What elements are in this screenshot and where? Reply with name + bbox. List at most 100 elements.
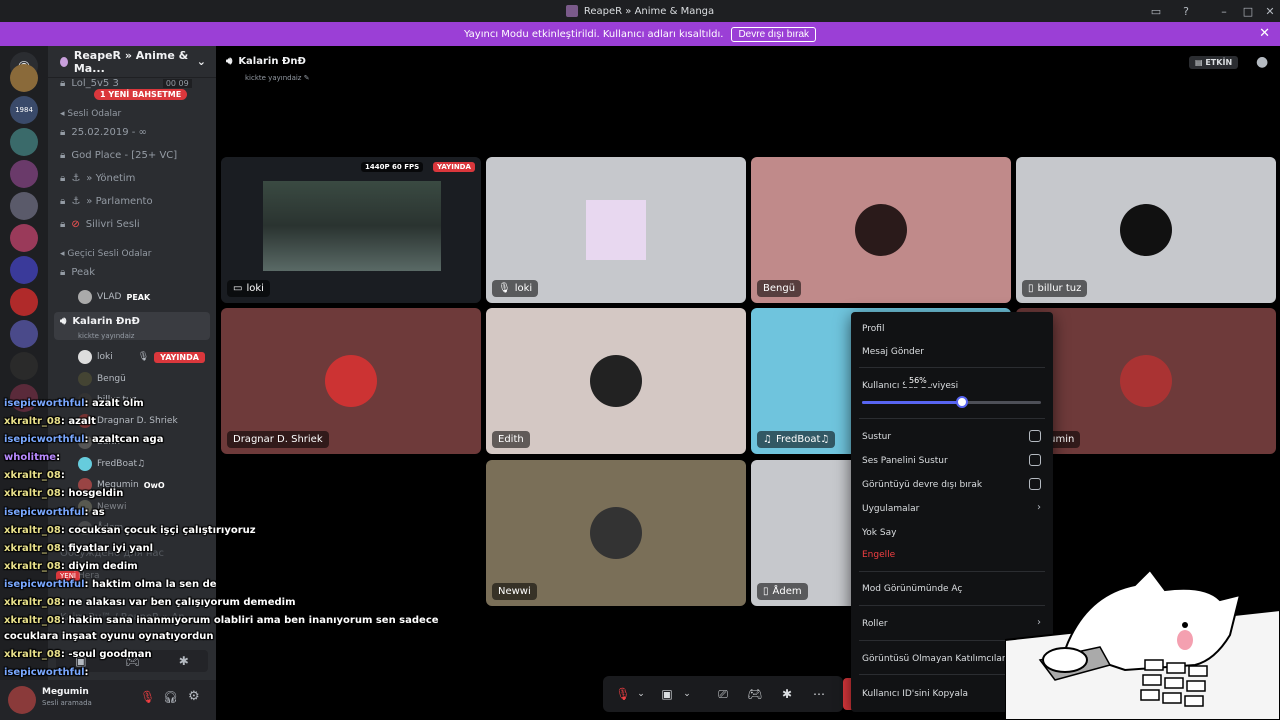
mute-checkbox[interactable] — [1029, 430, 1041, 442]
more-icon[interactable]: ⋯ — [809, 684, 829, 704]
call-controls: 🎙︎ ⌄ ▣ ⌄ ⎚ 🎮︎ ✱ ⋯ — [603, 676, 843, 712]
phone-icon: ▯ — [763, 586, 769, 597]
chat-username: isepicworthful — [4, 507, 85, 518]
participant-tile[interactable]: Dragnar D. Shriek — [221, 308, 481, 454]
tile-name: 🎙︎ loki — [492, 280, 539, 297]
inbox-icon[interactable]: ▭ — [1148, 3, 1164, 19]
participant-tile[interactable]: Megumin — [1016, 308, 1276, 454]
chat-message: cocuklara inşaat oyunu oynatıyordun — [4, 631, 214, 642]
chevron-down-icon[interactable]: ⌄ — [631, 684, 651, 704]
server-icon[interactable]: 1984 — [10, 96, 38, 124]
chat-username: xkraltr_08 — [4, 416, 61, 427]
tile-name: Dragnar D. Shriek — [227, 431, 329, 448]
channel-status[interactable]: kickte yayındaiz ✎ — [245, 74, 310, 82]
screen-share-icon[interactable]: ⎚ — [713, 684, 733, 704]
mic-muted-icon[interactable]: 🎙︎ — [613, 684, 633, 704]
member-item[interactable]: loki 🎙︎ YAYINDA — [78, 350, 205, 364]
menu-item-soundboard-mute[interactable]: Ses Panelini Sustur — [862, 456, 948, 466]
title-bar: ReapeR » Anime & Manga ▭ ? – □ ✕ — [0, 0, 1280, 22]
chat-icon[interactable]: ● — [1256, 54, 1268, 70]
disable-streamer-mode-button[interactable]: Devre dışı bırak — [731, 26, 817, 42]
active-channel-status: kickte yayındaiz — [78, 332, 135, 340]
server-icon[interactable] — [10, 192, 38, 220]
bongo-cat-overlay — [1005, 568, 1280, 720]
channel-item[interactable]: 🔒︎ God Place - [25+ VC] — [60, 150, 177, 161]
participant-tile[interactable]: Bengü — [751, 157, 1011, 303]
active-badge[interactable]: ▤ ETKİN — [1189, 56, 1239, 69]
chat-message: xkraltr_08: azalt — [4, 416, 96, 427]
menu-item-mod-view[interactable]: Mod Görünümünde Aç — [862, 584, 962, 594]
server-icon[interactable] — [10, 288, 38, 316]
help-icon[interactable]: ? — [1178, 3, 1194, 19]
menu-item-mute[interactable]: Sustur — [862, 432, 891, 442]
server-icon[interactable] — [10, 320, 38, 348]
menu-item-ignore[interactable]: Yok Say — [862, 528, 896, 538]
menu-item-roles[interactable]: Roller — [862, 619, 888, 629]
mic-muted-icon[interactable]: 🎙︎ — [140, 690, 155, 704]
chat-username: xkraltr_08 — [4, 543, 61, 554]
participant-tile[interactable]: 🎙︎ loki — [486, 157, 746, 303]
music-icon: ♫ — [763, 434, 772, 445]
chat-username: xkraltr_08 — [4, 597, 61, 608]
gear-icon[interactable]: ⚙ — [188, 689, 200, 704]
chat-message: isepicworthful: azaltcan aga — [4, 434, 163, 445]
participant-tile[interactable]: Newwi — [486, 460, 746, 606]
disable-video-checkbox[interactable] — [1029, 478, 1041, 490]
chevron-down-icon[interactable]: ⌄ — [677, 684, 697, 704]
camera-off-icon[interactable]: ▣ — [657, 684, 677, 704]
server-icon[interactable] — [10, 160, 38, 188]
channel-item[interactable]: 🔒︎ 25.02.2019 - ∞ — [60, 127, 147, 138]
menu-item-copy-id[interactable]: Kullanıcı ID'sini Kopyala — [862, 689, 968, 699]
chat-username: xkraltr_08 — [4, 649, 61, 660]
menu-item-message[interactable]: Mesaj Gönder — [862, 347, 924, 357]
member-item[interactable]: Bengü — [78, 372, 126, 386]
server-header[interactable]: ReapeR » Anime & Ma... ⌄ — [48, 46, 216, 78]
chat-username: xkraltr_08 — [4, 615, 61, 626]
category-temp[interactable]: ◂ Geçici Sesli Odalar — [60, 249, 152, 259]
chat-text: : — [84, 667, 89, 678]
volume-slider[interactable] — [862, 396, 1041, 408]
tile-name: Edith — [492, 431, 530, 448]
chat-text: : azaltcan aga — [84, 434, 164, 445]
soundboard-icon[interactable]: ✱ — [777, 684, 797, 704]
menu-item-profile[interactable]: Profil — [862, 324, 884, 334]
activity-icon[interactable]: 🎮︎ — [745, 684, 765, 704]
menu-item-disable-video[interactable]: Görüntüyü devre dışı bırak — [862, 480, 982, 490]
server-icon[interactable] — [10, 352, 38, 380]
participant-tile[interactable]: ▯ billur tuz — [1016, 157, 1276, 303]
member-item[interactable]: FredBoat♫ — [78, 457, 145, 471]
menu-item-block[interactable]: Engelle — [862, 550, 895, 560]
chat-username: isepicworthful — [4, 667, 85, 678]
minimize-icon[interactable]: – — [1216, 3, 1232, 19]
close-icon[interactable]: ✕ — [1259, 26, 1270, 41]
channel-item[interactable]: 🔒︎ ⚓︎» Yönetim — [60, 173, 135, 184]
screen-icon: ▭ — [233, 283, 243, 294]
streamer-mode-banner: Yayıncı Modu etkinleştirildi. Kullanıcı … — [0, 22, 1280, 46]
avatar[interactable] — [8, 686, 36, 714]
soundboard-icon[interactable]: ✱ — [179, 654, 189, 668]
channel-item[interactable]: 🔒︎ ⊘ Silivri Sesli — [60, 219, 140, 230]
cat-eye — [1182, 622, 1188, 628]
participant-tile[interactable]: Edith — [486, 308, 746, 454]
new-mention-badge[interactable]: 1 YENİ BAHSETME — [94, 87, 188, 100]
maximize-icon[interactable]: □ — [1240, 3, 1256, 19]
user-name: Megumin — [42, 687, 89, 697]
member-item[interactable]: VLAD PEAK — [78, 290, 150, 304]
close-window-icon[interactable]: ✕ — [1262, 3, 1278, 19]
chat-message: xkraltr_08: cocuksan çocuk işçi çalıştır… — [4, 525, 256, 536]
soundboard-mute-checkbox[interactable] — [1029, 454, 1041, 466]
server-icon[interactable] — [10, 128, 38, 156]
category-voice[interactable]: ◂ Sesli Odalar — [60, 109, 121, 119]
channel-item[interactable]: 🔒︎ ⚓︎» Parlamento — [60, 196, 153, 207]
stream-tile[interactable]: 1440P 60 FPS YAYINDA ▭ loki — [221, 157, 481, 303]
server-icon[interactable] — [10, 64, 38, 92]
active-channel-name[interactable]: 🔊︎ Kalarin ÐnÐ — [60, 316, 140, 327]
volume-knob[interactable] — [956, 396, 969, 408]
menu-item-apps[interactable]: Uygulamalar — [862, 504, 919, 514]
headphones-icon[interactable]: 🎧︎ — [163, 690, 178, 704]
channel-item[interactable]: 🔒︎ Peak — [60, 267, 95, 278]
chat-text: cocuklara inşaat oyunu oynatıyordun — [4, 631, 214, 642]
server-icon[interactable] — [10, 224, 38, 252]
chevron-right-icon: › — [1037, 502, 1041, 513]
server-icon[interactable] — [10, 256, 38, 284]
